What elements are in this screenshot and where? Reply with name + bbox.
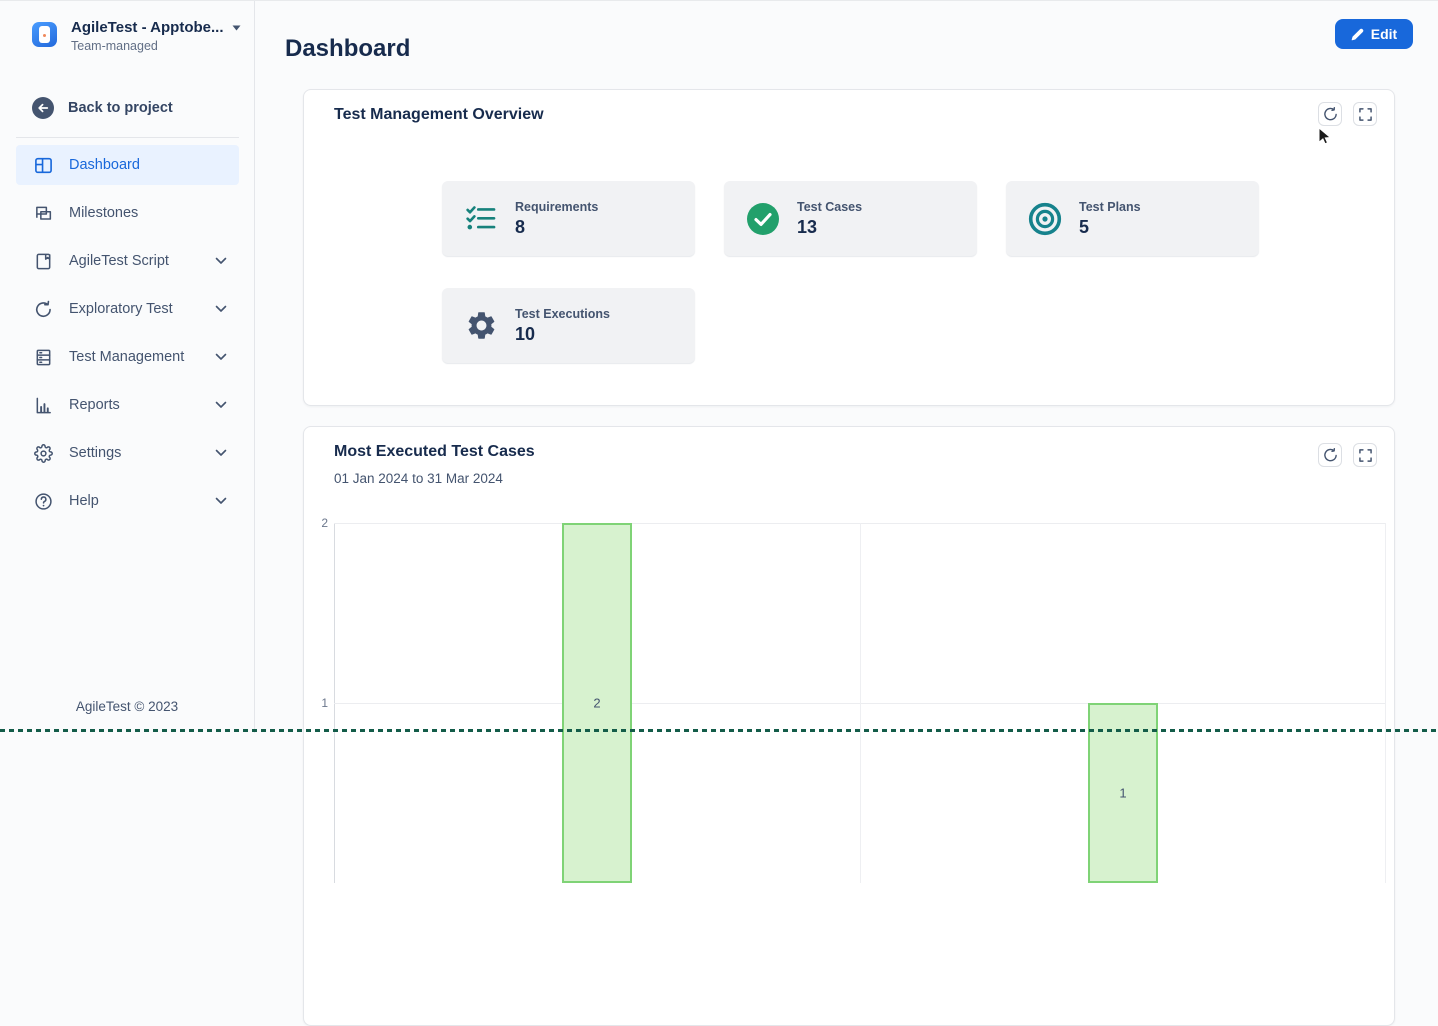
cycle-arrow-icon (33, 299, 53, 319)
sidebar: AgileTest - Apptobe... Team-managed Back… (0, 1, 255, 733)
checklist-icon (463, 201, 499, 237)
pencil-icon (1351, 28, 1364, 41)
chevron-down-icon (215, 396, 227, 414)
sidebar-nav: Dashboard Milestones AgileTest Script (16, 145, 239, 529)
app-window: { "app": { "name": "AgileTest - Apptobe.… (0, 0, 1438, 732)
project-switcher[interactable]: AgileTest - Apptobe... Team-managed (32, 19, 241, 53)
stat-tiles: Requirements 8 Test Cases 13 (442, 181, 1259, 363)
edit-button-label: Edit (1371, 26, 1397, 42)
gear-icon (33, 443, 53, 463)
chevron-down-icon (215, 492, 227, 510)
sidebar-item-reports[interactable]: Reports (16, 385, 239, 425)
check-circle-icon (745, 201, 781, 237)
chart-plot: 1221 (334, 523, 1386, 883)
refresh-button[interactable] (1318, 443, 1342, 467)
question-circle-icon (33, 491, 53, 511)
stat-tile-test-executions[interactable]: Test Executions 10 (442, 288, 695, 363)
app-logo-icon (32, 22, 57, 47)
sidebar-item-milestones[interactable]: Milestones (16, 193, 239, 233)
sidebar-item-label: AgileTest Script (69, 253, 169, 269)
stat-label: Test Plans (1079, 200, 1141, 214)
chart-card-title: Most Executed Test Cases (334, 443, 535, 461)
stat-value: 8 (515, 217, 598, 238)
sidebar-item-label: Test Management (69, 349, 184, 365)
y-tick-label: 2 (310, 516, 328, 530)
y-tick-label: 1 (310, 696, 328, 710)
sidebar-item-dashboard[interactable]: Dashboard (16, 145, 239, 185)
stat-tile-requirements[interactable]: Requirements 8 (442, 181, 695, 256)
refresh-icon (1323, 448, 1338, 463)
sidebar-item-exploratory-test[interactable]: Exploratory Test (16, 289, 239, 329)
stat-label: Test Cases (797, 200, 862, 214)
refresh-button[interactable] (1318, 102, 1342, 126)
bar-value-label: 1 (1090, 786, 1156, 801)
project-name: AgileTest - Apptobe... (71, 19, 224, 36)
edit-button[interactable]: Edit (1335, 19, 1413, 49)
dashboard-icon (33, 155, 53, 175)
expand-icon (1359, 108, 1372, 121)
chart-date-range: 01 Jan 2024 to 31 Mar 2024 (334, 471, 503, 486)
script-book-icon (33, 251, 53, 271)
sidebar-item-label: Help (69, 493, 99, 509)
sidebar-divider (16, 137, 239, 138)
sidebar-item-label: Exploratory Test (69, 301, 173, 317)
back-to-project[interactable]: Back to project (32, 97, 173, 119)
stat-value: 13 (797, 217, 862, 238)
expand-icon (1359, 449, 1372, 462)
sidebar-item-settings[interactable]: Settings (16, 433, 239, 473)
expand-button[interactable] (1353, 443, 1377, 467)
sidebar-item-label: Dashboard (69, 157, 140, 173)
copyright-footer: AgileTest © 2023 (0, 699, 254, 714)
sidebar-item-help[interactable]: Help (16, 481, 239, 521)
v-gridline (1385, 523, 1386, 883)
sidebar-item-test-management[interactable]: Test Management (16, 337, 239, 377)
server-rack-icon (33, 347, 53, 367)
caret-down-icon (232, 25, 241, 31)
chevron-down-icon (215, 348, 227, 366)
project-type: Team-managed (71, 39, 241, 53)
refresh-icon (1323, 107, 1338, 122)
test-management-overview-card: Test Management Overview (303, 89, 1395, 406)
back-arrow-icon (32, 97, 54, 119)
sidebar-item-label: Milestones (69, 205, 138, 221)
chevron-down-icon (215, 300, 227, 318)
sidebar-item-label: Settings (69, 445, 121, 461)
v-gridline (860, 523, 861, 883)
stat-value: 10 (515, 324, 610, 345)
chevron-down-icon (215, 444, 227, 462)
sidebar-item-agiletest-script[interactable]: AgileTest Script (16, 241, 239, 281)
milestones-flag-icon (33, 203, 53, 223)
sidebar-item-label: Reports (69, 397, 120, 413)
most-executed-test-cases-card: Most Executed Test Cases 01 Jan 2024 to … (303, 426, 1395, 1026)
target-icon (1027, 201, 1063, 237)
stat-value: 5 (1079, 217, 1141, 238)
expand-button[interactable] (1353, 102, 1377, 126)
stat-tile-test-cases[interactable]: Test Cases 13 (724, 181, 977, 256)
page-title: Dashboard (285, 35, 410, 63)
back-to-project-label: Back to project (68, 100, 173, 116)
bar-chart-icon (33, 395, 53, 415)
stat-tile-test-plans[interactable]: Test Plans 5 (1006, 181, 1259, 256)
bar-value-label: 2 (564, 696, 630, 711)
gear-solid-icon (463, 308, 499, 344)
overview-card-title: Test Management Overview (334, 106, 544, 124)
stat-label: Requirements (515, 200, 598, 214)
chart-bar[interactable]: 2 (562, 523, 632, 883)
chevron-down-icon (215, 252, 227, 270)
stat-label: Test Executions (515, 307, 610, 321)
